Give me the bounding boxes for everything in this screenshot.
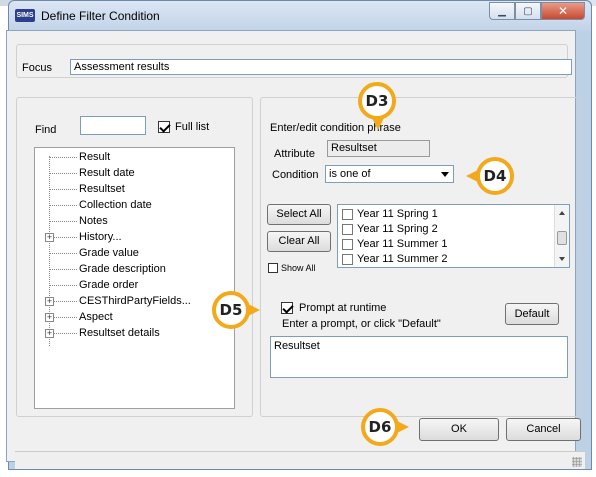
show-all-checkbox[interactable]: Show All <box>268 262 316 273</box>
focus-label: Focus <box>22 62 52 74</box>
callout-pointer <box>248 304 260 316</box>
select-all-button[interactable]: Select All <box>267 204 331 225</box>
focus-field[interactable]: Assessment results <box>70 59 572 75</box>
full-list-checkbox[interactable]: Full list <box>158 121 210 134</box>
tree-item-label: Resultset details <box>79 327 160 339</box>
prompt-check-icon[interactable] <box>281 302 293 315</box>
tree-branch <box>49 269 77 270</box>
tree-branch <box>49 285 77 286</box>
full-list-label: Full list <box>175 121 210 134</box>
scroll-down-icon[interactable] <box>559 257 565 261</box>
default-button[interactable]: Default <box>505 303 559 325</box>
close-icon: ✕ <box>557 4 569 18</box>
expand-icon[interactable]: + <box>45 329 54 338</box>
tree-item-label: History... <box>79 231 122 243</box>
callout-d4: D4 <box>466 157 514 195</box>
list-item[interactable]: Year 11 Summer 1 <box>342 237 448 251</box>
prompt-hint: Enter a prompt, or click "Default" <box>282 318 441 330</box>
prompt-at-runtime-checkbox[interactable]: Prompt at runtime <box>281 302 387 315</box>
resultset-options-list[interactable]: Year 11 Spring 1 Year 11 Spring 2 Year 1… <box>337 204 570 268</box>
minimize-button[interactable]: ▁ <box>489 2 515 20</box>
callout-d6: D6 <box>361 408 409 446</box>
condition-value: is one of <box>329 168 371 180</box>
dropdown-arrow-icon <box>441 172 449 177</box>
callout-d3: D3 <box>358 82 396 130</box>
title-bar: SIMS Define Filter Condition ▁ ▢ ✕ <box>9 1 591 31</box>
tree-item-label: Grade value <box>79 247 139 259</box>
window-controls: ▁ ▢ ✕ <box>489 2 585 20</box>
callout-d5: D5 <box>212 291 260 329</box>
full-list-check-icon[interactable] <box>158 121 170 134</box>
tree-item-label: Result <box>79 151 111 163</box>
sims-app-icon: SIMS <box>15 9 35 22</box>
tree-branch <box>49 205 77 206</box>
tree-branch <box>49 173 77 174</box>
condition-select[interactable]: is one of <box>325 165 454 183</box>
close-button[interactable]: ✕ <box>541 2 585 20</box>
attribute-label: Attribute <box>274 148 315 160</box>
callout-d5-label: D5 <box>219 301 243 319</box>
callout-pointer <box>372 118 384 130</box>
ok-button[interactable]: OK <box>419 418 499 441</box>
tree-branch <box>49 189 77 190</box>
tree-item-label: CESThirdPartyFields... <box>79 295 191 307</box>
tree-item-label: Collection date <box>79 199 152 211</box>
maximize-button[interactable]: ▢ <box>515 2 541 20</box>
show-all-check-icon[interactable] <box>268 262 278 273</box>
tree-item-label: Aspect <box>79 311 113 323</box>
callout-d3-label: D3 <box>365 92 389 110</box>
show-all-label: Show All <box>281 262 316 273</box>
option-checkbox[interactable] <box>342 253 353 265</box>
option-checkbox[interactable] <box>342 208 353 220</box>
tree-branch <box>49 253 77 254</box>
callout-pointer <box>466 170 478 182</box>
scroll-up-icon[interactable] <box>559 211 565 215</box>
list-item[interactable]: Year 11 Summer 2 <box>342 252 448 266</box>
tree-item-label: Grade order <box>79 279 139 291</box>
tree-branch <box>49 221 77 222</box>
maximize-icon: ▢ <box>523 5 533 17</box>
option-label: Year 11 Summer 1 <box>357 238 448 251</box>
condition-label: Condition <box>272 169 319 181</box>
option-checkbox[interactable] <box>342 223 353 235</box>
list-item[interactable]: Year 11 Spring 1 <box>342 207 438 221</box>
callout-d4-label: D4 <box>483 167 507 185</box>
find-label: Find <box>35 124 57 136</box>
option-label: Year 11 Spring 1 <box>357 208 438 221</box>
expand-icon[interactable]: + <box>45 297 54 306</box>
option-label: Year 11 Spring 2 <box>357 223 438 236</box>
list-item[interactable]: Year 11 Spring 2 <box>342 222 438 236</box>
find-input[interactable] <box>80 116 146 135</box>
tree-item-label: Resultset <box>79 183 125 195</box>
expand-icon[interactable]: + <box>45 313 54 322</box>
tree-item-label: Notes <box>79 215 108 227</box>
callout-d6-label: D6 <box>368 418 392 436</box>
cancel-button[interactable]: Cancel <box>506 418 581 441</box>
scroll-thumb[interactable] <box>557 231 567 245</box>
option-label: Year 11 Summer 2 <box>357 253 448 266</box>
prompt-at-runtime-label: Prompt at runtime <box>299 302 387 315</box>
tree-item-label: Result date <box>79 167 135 179</box>
status-bar <box>15 451 585 469</box>
tree-branch <box>49 157 77 158</box>
attribute-field: Resultset <box>327 140 430 157</box>
callout-pointer <box>397 421 409 433</box>
resize-grip-icon[interactable] <box>572 457 582 467</box>
prompt-text-field[interactable]: Resultset <box>270 336 568 378</box>
minimize-icon: ▁ <box>498 5 506 17</box>
tree-item-label: Grade description <box>79 263 166 275</box>
field-tree[interactable]: Result Result date Resultset Collection … <box>34 147 235 409</box>
window-title: Define Filter Condition <box>41 9 160 23</box>
expand-icon[interactable]: + <box>45 233 54 242</box>
option-checkbox[interactable] <box>342 238 353 250</box>
list-scrollbar[interactable] <box>554 205 569 267</box>
clear-all-button[interactable]: Clear All <box>267 231 331 252</box>
